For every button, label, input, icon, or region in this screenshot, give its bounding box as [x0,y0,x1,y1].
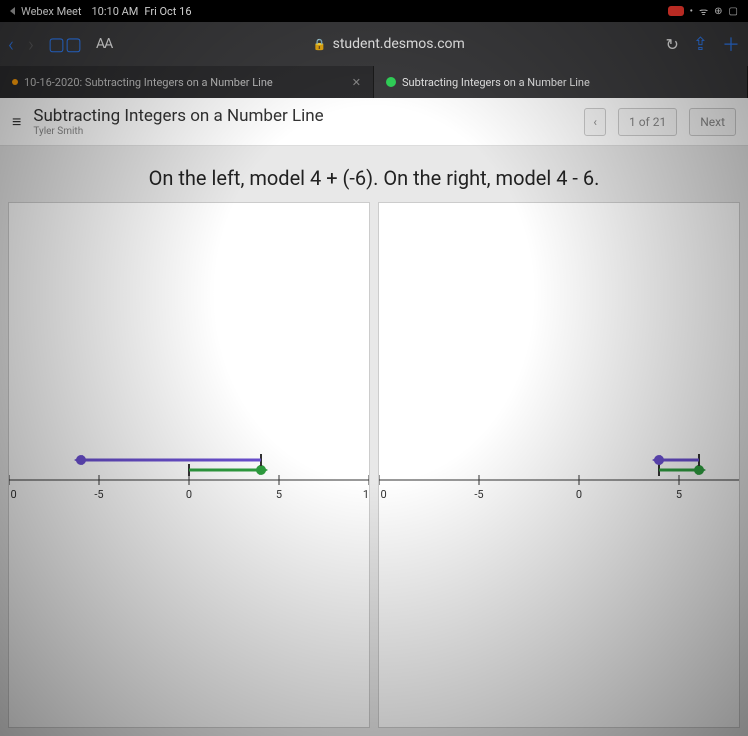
reader-font-button[interactable]: AA [96,36,112,52]
numberline-left[interactable]: -10 -5 0 5 10 [9,425,369,505]
url-text: student.desmos.com [333,36,465,52]
svg-text:10: 10 [363,488,369,501]
share-icon[interactable]: ⇪ [693,34,708,55]
tab-desmos[interactable]: Subtracting Integers on a Number Line [374,66,748,98]
prev-screen-button[interactable]: ‹ [584,108,606,136]
status-date: Fri Oct 16 [144,5,191,18]
svg-text:-5: -5 [474,488,483,501]
svg-text:5: 5 [676,488,682,501]
close-icon[interactable]: ✕ [352,76,361,89]
address-bar[interactable]: 🔒 student.desmos.com [126,36,651,52]
recording-indicator-icon[interactable] [668,6,684,16]
ipad-status-bar: Webex Meet 10:10 AM Fri Oct 16 • ᯤ ⊕ ▢ [0,0,748,22]
svg-text:-5: -5 [94,488,103,501]
page-content: ≡ Subtracting Integers on a Number Line … [0,98,748,736]
svg-text:-10: -10 [379,488,387,501]
new-tab-icon[interactable]: ＋ [722,31,740,57]
tab-strip: 10-16-2020: Subtracting Integers on a Nu… [0,66,748,98]
lock-icon: 🔒 [313,38,327,51]
numberline-right[interactable]: -10 -5 0 5 [379,425,739,505]
screen-counter[interactable]: 1 of 21 [618,108,677,136]
svg-text:0: 0 [186,488,192,501]
back-to-app-icon[interactable] [10,7,15,15]
forward-button: › [28,32,34,56]
next-screen-button[interactable]: Next [689,108,736,136]
favicon-icon [386,77,396,87]
activity-title: Subtracting Integers on a Number Line [33,106,572,126]
status-time: 10:10 AM [92,5,139,18]
student-name: Tyler Smith [33,126,572,137]
browser-toolbar: ‹ › ▢▢ AA 🔒 student.desmos.com ↻ ⇪ ＋ [0,22,748,66]
panel-row: -10 -5 0 5 10 -10 -5 0 5 [0,202,748,736]
menu-icon[interactable]: ≡ [12,114,21,130]
orientation-lock-icon: ⊕ [714,6,722,17]
back-button[interactable]: ‹ [8,32,14,56]
activity-header: ≡ Subtracting Integers on a Number Line … [0,98,748,146]
svg-text:0: 0 [576,488,582,501]
instruction-text: On the left, model 4 + (-6). On the righ… [0,146,748,202]
wifi-off-icon: • [690,6,693,17]
prev-app-label[interactable]: Webex Meet [21,5,82,18]
tab-label: Subtracting Integers on a Number Line [402,76,590,89]
tab-classroom[interactable]: 10-16-2020: Subtracting Integers on a Nu… [0,66,374,98]
svg-text:-10: -10 [9,488,17,501]
bookmarks-icon[interactable]: ▢▢ [48,34,82,55]
right-numberline-panel[interactable]: -10 -5 0 5 [378,202,740,728]
tab-label: 10-16-2020: Subtracting Integers on a Nu… [24,76,273,89]
favicon-icon [12,79,18,85]
svg-text:5: 5 [276,488,282,501]
battery-icon: ▢ [729,6,738,17]
reload-icon[interactable]: ↻ [666,35,679,54]
wifi-icon: ᯤ [699,4,708,18]
left-numberline-panel[interactable]: -10 -5 0 5 10 [8,202,370,728]
